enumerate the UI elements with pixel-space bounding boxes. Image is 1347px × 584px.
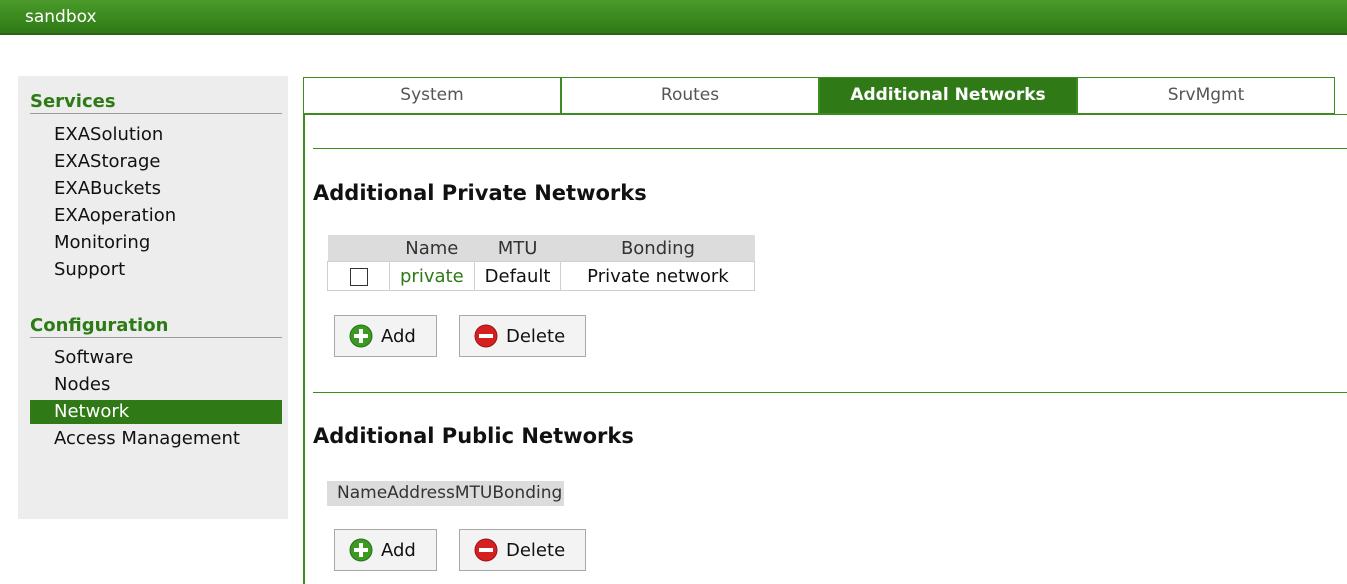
- sidebar-item-access-management[interactable]: Access Management: [30, 427, 282, 451]
- tab-routes[interactable]: Routes: [561, 77, 819, 114]
- content-frame-border: [303, 77, 305, 584]
- sidebar-item-nodes[interactable]: Nodes: [30, 373, 282, 397]
- add-icon: [349, 324, 373, 348]
- column-header-select: [327, 235, 390, 262]
- tab-bar: System Routes Additional Networks SrvMgm…: [303, 77, 1336, 114]
- tab-additional-networks[interactable]: Additional Networks: [819, 77, 1077, 114]
- sidebar-item-network[interactable]: Network: [30, 400, 282, 424]
- section-divider: [313, 392, 1347, 393]
- row-name-cell: private: [389, 261, 475, 291]
- configuration-heading: Configuration: [30, 315, 282, 338]
- sidebar-item-exabuckets[interactable]: EXABuckets: [30, 177, 282, 201]
- add-icon: [349, 538, 373, 562]
- private-networks-table: Name MTU Bonding private Default Private…: [327, 235, 756, 291]
- network-name-link[interactable]: private: [400, 266, 464, 287]
- delete-icon: [474, 324, 498, 348]
- column-header-name: Name: [389, 235, 475, 262]
- public-networks-table-header: NameAddressMTUBonding: [327, 481, 565, 506]
- section-divider: [313, 148, 1347, 149]
- public-add-button[interactable]: Add: [334, 529, 437, 571]
- delete-button-label: Delete: [506, 539, 566, 561]
- public-delete-button[interactable]: Delete: [459, 529, 586, 571]
- sidebar: Services EXASolution EXAStorage EXABucke…: [18, 76, 288, 519]
- tab-system[interactable]: System: [303, 77, 561, 114]
- table-header-row: Name MTU Bonding: [327, 235, 755, 262]
- table-row: private Default Private network: [327, 261, 756, 291]
- column-header-bonding: Bonding: [560, 235, 755, 262]
- row-select-cell: [327, 261, 390, 291]
- top-bar: sandbox: [0, 0, 1347, 35]
- delete-button-label: Delete: [506, 325, 566, 347]
- add-button-label: Add: [381, 325, 416, 347]
- sidebar-item-exasolution[interactable]: EXASolution: [30, 123, 282, 147]
- app-title: sandbox: [25, 7, 97, 27]
- column-header-bonding: Bonding: [492, 483, 563, 503]
- services-heading: Services: [30, 91, 282, 114]
- sidebar-item-exaoperation[interactable]: EXAoperation: [30, 204, 282, 228]
- sidebar-item-support[interactable]: Support: [30, 258, 282, 282]
- sidebar-item-software[interactable]: Software: [30, 346, 282, 370]
- tab-underline: [305, 114, 1347, 115]
- public-networks-heading: Additional Public Networks: [313, 424, 634, 448]
- tab-srvmgmt[interactable]: SrvMgmt: [1077, 77, 1335, 114]
- sidebar-item-exastorage[interactable]: EXAStorage: [30, 150, 282, 174]
- private-add-button[interactable]: Add: [334, 315, 437, 357]
- add-button-label: Add: [381, 539, 416, 561]
- private-delete-button[interactable]: Delete: [459, 315, 586, 357]
- row-mtu-cell: Default: [473, 261, 562, 291]
- row-checkbox[interactable]: [349, 267, 368, 286]
- column-header-name: Name: [337, 483, 388, 503]
- column-header-mtu: MTU: [454, 483, 493, 503]
- column-header-mtu: MTU: [474, 235, 561, 262]
- delete-icon: [474, 538, 498, 562]
- row-bonding-cell: Private network: [560, 261, 756, 291]
- column-header-address: Address: [387, 483, 455, 503]
- sidebar-item-monitoring[interactable]: Monitoring: [30, 231, 282, 255]
- private-networks-heading: Additional Private Networks: [313, 181, 647, 205]
